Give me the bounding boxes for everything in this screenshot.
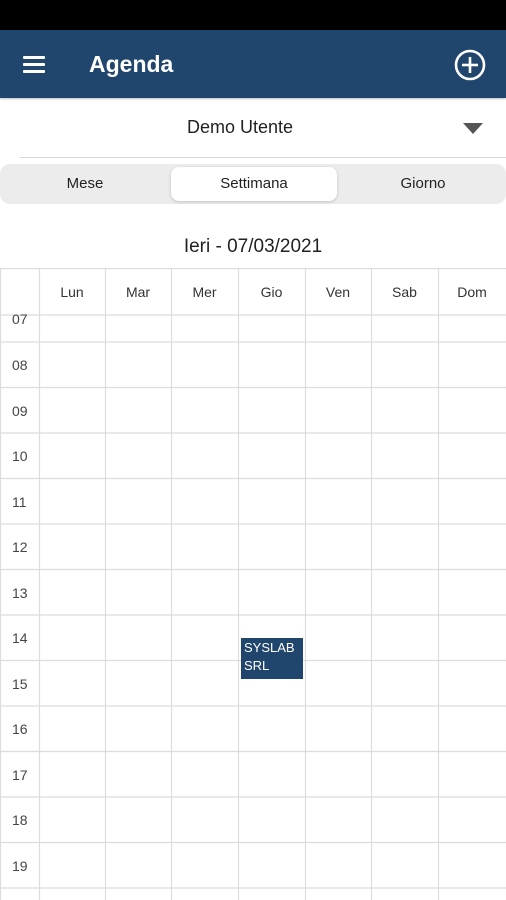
hour-label: 08 [12, 357, 28, 373]
tab-mese[interactable]: Mese [4, 167, 166, 201]
hour-label: 19 [12, 857, 28, 874]
hour-label: 11 [12, 493, 27, 510]
day-header-mar: Mar [125, 284, 151, 300]
page-title: Agenda [89, 51, 174, 77]
hour-label: 17 [12, 766, 28, 783]
add-circle-icon[interactable] [452, 47, 488, 83]
tab-settimana[interactable]: Settimana [171, 167, 337, 201]
calendar-grid [0, 268, 506, 900]
divider [20, 157, 506, 158]
day-header-lun: Lun [60, 284, 84, 300]
status-bar [0, 0, 506, 30]
current-date-label: Ieri - 07/03/2021 [183, 236, 323, 257]
hour-label: 15 [12, 675, 28, 692]
calendar-event[interactable]: SYSLAB SRL [241, 637, 303, 680]
user-select[interactable]: Demo Utente [0, 100, 506, 156]
day-header-dom: Dom [457, 284, 487, 300]
day-header-mer: Mer [192, 284, 217, 300]
day-header-ven: Ven [325, 284, 351, 300]
dropdown-arrow-icon[interactable] [463, 123, 483, 134]
hour-label: 07 [12, 311, 28, 327]
hour-label: 10 [12, 448, 28, 464]
tab-giorno[interactable]: Giorno [342, 167, 504, 201]
hour-label: 16 [12, 721, 28, 737]
hour-label: 18 [12, 812, 28, 828]
hour-label: 14 [12, 630, 28, 646]
hour-label: 12 [12, 539, 28, 555]
day-header-gio: Gio [260, 284, 283, 300]
day-header-sab: Sab [392, 284, 417, 300]
week-calendar[interactable]: Lun Mar Mer Gio Ven Sab Dom 07 08 09 10 11 12 13 14 15 1… [0, 268, 506, 900]
menu-icon[interactable] [20, 50, 50, 78]
user-select-value: Demo Utente [186, 117, 294, 137]
app-bar: Agenda [0, 30, 506, 98]
view-switcher: Mese Settimana Giorno [0, 164, 506, 204]
hour-label: 13 [12, 584, 28, 601]
hour-label: 09 [12, 402, 28, 419]
